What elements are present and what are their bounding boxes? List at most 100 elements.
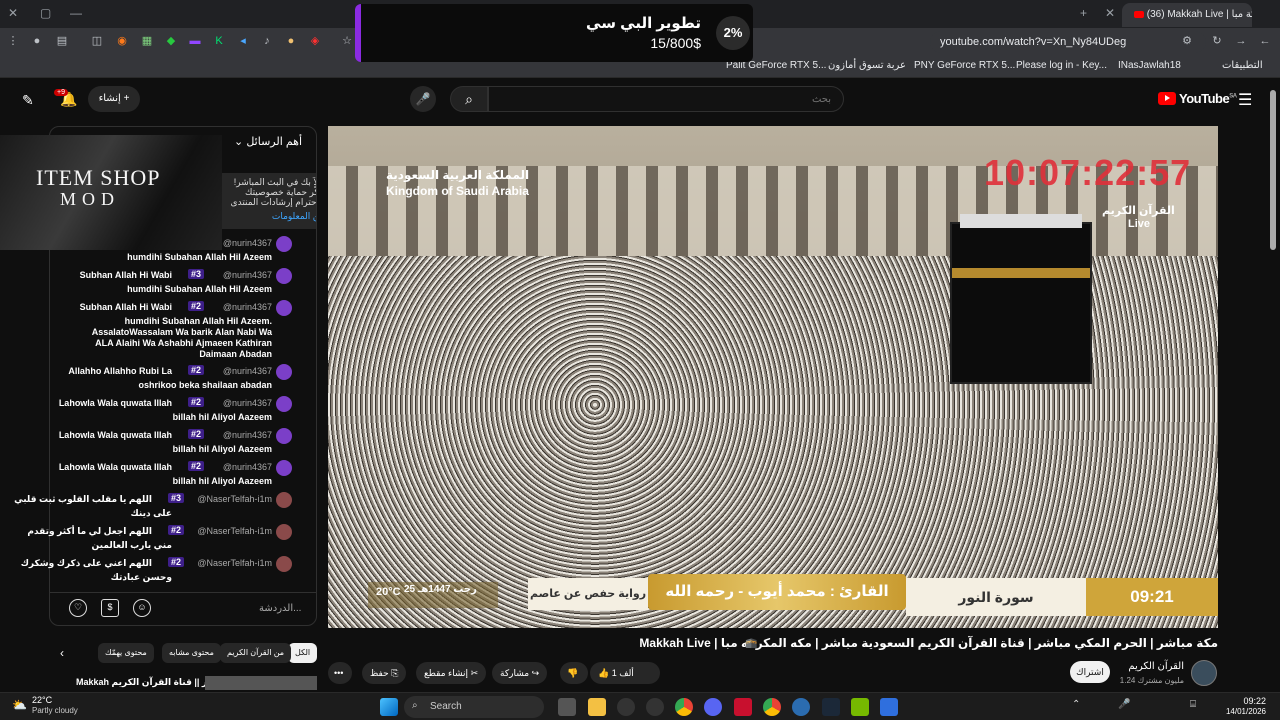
app-icon[interactable] — [734, 698, 752, 716]
extension-icon[interactable]: ▬ — [188, 34, 202, 48]
tab-close-icon[interactable]: ✕ — [1105, 6, 1115, 20]
chevron-down-icon: ⌄ — [234, 136, 244, 148]
extension-icon[interactable]: ◂ — [236, 34, 250, 48]
youtube-play-icon — [1158, 92, 1176, 105]
hamburger-menu-icon[interactable]: ☰ — [1238, 90, 1252, 110]
bookmark-item[interactable]: عربة تسوق أمازون — [828, 60, 906, 71]
bookmark-star-icon[interactable]: ☆ — [340, 34, 354, 48]
bookmark-item[interactable]: Please log in - Key... — [1016, 60, 1107, 71]
avatar — [276, 300, 292, 316]
item-shop-overlay: ITEM SHOP MOD — [0, 135, 222, 250]
bookmark-item[interactable]: PNY GeForce RTX 5... — [914, 60, 1015, 71]
steam-icon[interactable] — [822, 698, 840, 716]
tray-chevron-icon[interactable]: ⌃ — [1072, 699, 1080, 710]
weather-temp[interactable]: 22°C — [32, 695, 52, 705]
weather-icon[interactable]: ⛅ — [12, 698, 27, 712]
chat-mode-dropdown[interactable]: ⌄ أهم الرسائل — [234, 135, 302, 148]
chip-all[interactable]: الكل — [288, 643, 318, 663]
app-icon[interactable] — [880, 698, 898, 716]
chat-message: @nurin4367 #2 Lahowla Wala quwata Illah … — [50, 428, 308, 456]
chip-quran[interactable]: من القرآن الكريم — [220, 643, 292, 663]
channel-name[interactable]: القرآن الكريم — [1128, 661, 1184, 672]
extension-icon[interactable]: ◆ — [164, 34, 178, 48]
channel-avatar[interactable] — [1191, 660, 1217, 686]
app-icon[interactable] — [617, 698, 635, 716]
close-window-icon[interactable]: ✕ — [8, 6, 18, 20]
avatar[interactable]: ✎ — [22, 92, 34, 109]
super-chat-icon[interactable]: $ — [101, 599, 119, 617]
site-settings-icon[interactable]: ⚙ — [1180, 34, 1194, 48]
member-badge: #2 — [167, 525, 184, 535]
settings-icon[interactable] — [646, 698, 664, 716]
extension-icon[interactable]: K — [212, 34, 226, 48]
tab-active[interactable]: (36) Makkah Live | مكة مبا — [1122, 3, 1252, 27]
heart-icon[interactable]: ♡ — [69, 599, 87, 617]
extensions-icon[interactable]: ◫ — [90, 34, 104, 48]
video-player[interactable]: المملكة العربية السعودية Kingdom of Saud… — [328, 126, 1218, 628]
emoji-icon[interactable]: ☺ — [133, 599, 151, 617]
maximize-icon[interactable]: ▢ — [40, 6, 51, 20]
back-icon[interactable]: ← — [1258, 34, 1272, 48]
microphone-icon[interactable]: 🎤 — [1118, 699, 1130, 710]
scroll-thumb[interactable] — [1270, 90, 1276, 250]
app-icon[interactable] — [792, 698, 810, 716]
weather-desc[interactable]: Partly cloudy — [32, 706, 78, 715]
discord-icon[interactable] — [704, 698, 722, 716]
chat-input[interactable]: الدردشة... — [259, 603, 301, 614]
member-badge: #2 — [187, 397, 204, 407]
subscriber-count: 1.24 مليون مشترك — [1119, 676, 1184, 685]
chrome-icon[interactable] — [675, 698, 693, 716]
forward-icon[interactable]: → — [1234, 34, 1248, 48]
minimize-icon[interactable]: — — [70, 6, 82, 20]
audio-icon[interactable]: ♪ — [260, 34, 274, 48]
page-scrollbar[interactable] — [1268, 80, 1280, 692]
bookmark-item[interactable]: INasJawlah18 — [1118, 60, 1181, 71]
clip-button[interactable]: إنشاء مقطع ✂ — [416, 662, 487, 684]
reload-icon[interactable]: ↻ — [1210, 34, 1224, 48]
profile-icon[interactable]: ● — [30, 34, 44, 48]
more-actions-button[interactable]: ••• — [328, 662, 352, 684]
bookmark-apps[interactable]: التطبيقات — [1222, 60, 1263, 71]
create-button[interactable]: إنشاء + — [88, 86, 140, 112]
taskbar-time[interactable]: 09:22 — [1226, 696, 1266, 706]
save-button[interactable]: حفظ ⎘ — [362, 662, 407, 684]
taskbar-search[interactable]: ⌕ Search — [404, 696, 544, 718]
voice-search-button[interactable]: 🎤 — [410, 86, 436, 112]
taskbar-date[interactable]: 14/01/2026 — [1210, 707, 1266, 716]
task-view-icon[interactable] — [558, 698, 576, 716]
search-icon: ⌕ — [412, 700, 418, 711]
youtube-logo[interactable]: YouTubeSA — [1158, 91, 1237, 106]
recommended-thumbnail[interactable] — [205, 676, 317, 690]
extension-icon[interactable]: ▦ — [140, 34, 154, 48]
like-button[interactable]: 👍 1 ألف — [590, 662, 660, 684]
extension-icon[interactable]: ◈ — [308, 34, 322, 48]
search-button[interactable]: ⌕ — [450, 86, 488, 112]
country-label-ar: المملكة العربية السعودية — [386, 168, 530, 182]
youtube-header: ✎ 🔔 +9 إنشاء + 🎤 ⌕ YouTubeSA ☰ — [0, 80, 1268, 120]
windows-start-icon[interactable] — [380, 698, 398, 716]
chat-message: @NaserTelfah-i1m #3 اللهم يا مقلب القلوب… — [14, 492, 308, 520]
chat-input-bar: الدردشة... ☺ $ ♡ — [49, 592, 317, 624]
nvidia-icon[interactable] — [851, 698, 869, 716]
new-tab-icon[interactable]: + — [1080, 6, 1087, 20]
extension-icon[interactable]: ▤ — [55, 34, 69, 48]
chip-for-you[interactable]: محتوى يهمّك — [98, 643, 154, 663]
subscribe-button[interactable]: اشتراك — [1070, 661, 1110, 683]
dislike-button[interactable]: 👎 — [560, 662, 588, 684]
share-button[interactable]: مشاركة ↪ — [492, 662, 548, 684]
address-bar[interactable]: youtube.com/watch?v=Xn_Ny84UDeg — [930, 31, 1206, 53]
menu-icon[interactable]: ⋮ — [6, 34, 20, 48]
network-icon[interactable]: ⌸ — [1190, 699, 1196, 710]
chevron-left-icon[interactable]: ‹ — [60, 646, 64, 660]
search-input[interactable] — [488, 86, 844, 112]
overlay-clock: 10:07:22:57 — [984, 152, 1192, 193]
avatar — [276, 428, 292, 444]
chip-similar[interactable]: محتوى مشابه — [162, 643, 221, 663]
video-title: Makkah Live | مكة مباشر | الحرم المكي مب… — [639, 636, 1218, 650]
share-icon: ↪ — [531, 668, 540, 678]
file-explorer-icon[interactable] — [588, 698, 606, 716]
extension-icon[interactable]: ● — [284, 34, 298, 48]
chrome-icon[interactable] — [763, 698, 781, 716]
notification-count: +9 — [54, 89, 68, 96]
extension-icon[interactable]: ◉ — [115, 34, 129, 48]
